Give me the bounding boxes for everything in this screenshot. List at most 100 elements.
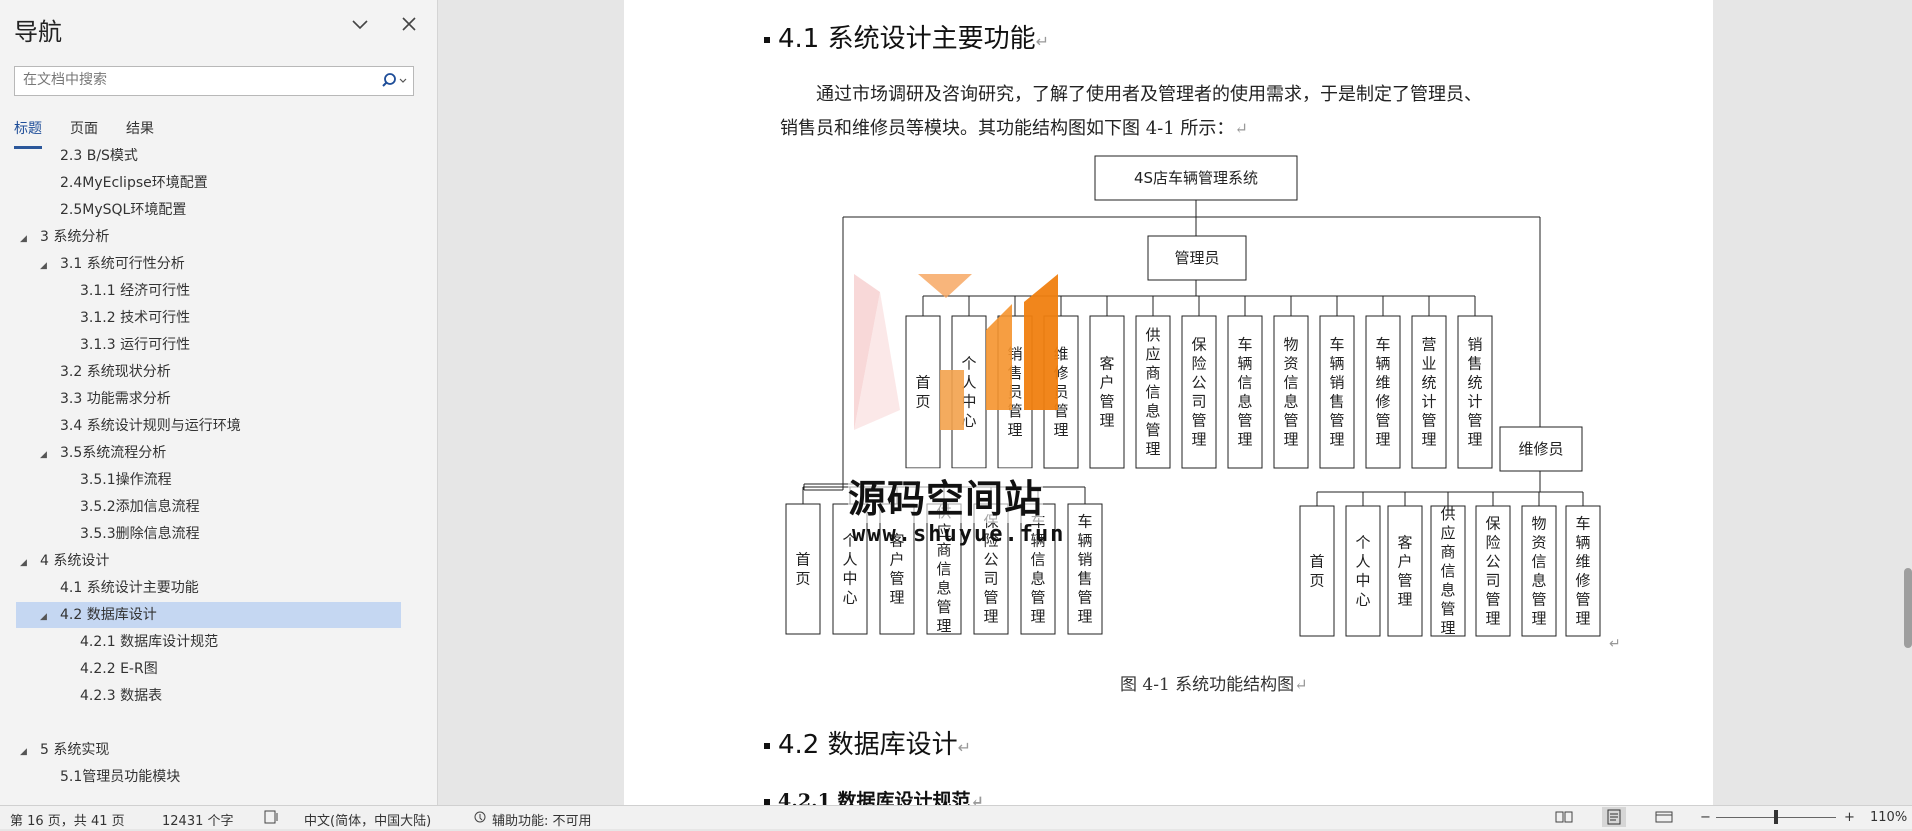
- repair-function-node: 供应商信息管理: [1430, 505, 1466, 637]
- outline-item[interactable]: 3.5.2添加信息流程: [16, 494, 401, 520]
- zoom-slider-thumb[interactable]: [1774, 810, 1778, 824]
- tab-pages[interactable]: 页面: [70, 118, 98, 149]
- language[interactable]: 中文(简体，中国大陆): [304, 810, 431, 829]
- expand-triangle-icon[interactable]: ◢: [20, 550, 34, 576]
- tab-results[interactable]: 结果: [126, 118, 154, 149]
- admin-function-node: 营业统计管理: [1411, 315, 1447, 469]
- diagram-node-label: 首页: [1309, 553, 1324, 590]
- outline-item[interactable]: 2.4MyEclipse环境配置: [16, 170, 401, 196]
- outline-item-label: 3.1.3 运行可行性: [80, 337, 191, 353]
- close-icon[interactable]: [400, 14, 418, 38]
- outline-item[interactable]: 3.2 系统现状分析: [16, 359, 401, 385]
- outline-item[interactable]: 4.1 系统设计主要功能: [16, 575, 401, 601]
- diagram-node-label: 车辆销售管理: [1077, 513, 1092, 626]
- diagram-node-label: 客户管理: [889, 532, 904, 607]
- outline-item[interactable]: ◢ 3.1 系统可行性分析: [16, 251, 401, 277]
- outline-item-label: 4.2.2 E-R图: [80, 661, 158, 677]
- search-icon[interactable]: [381, 70, 407, 92]
- print-layout-icon[interactable]: [1602, 807, 1626, 827]
- admin-function-node: 维修员管理: [1043, 315, 1079, 469]
- heading-4-2-1[interactable]: 4.2.1 数据库设计规范↵: [764, 786, 984, 805]
- outline-item[interactable]: 3.4 系统设计规则与运行环境: [16, 413, 401, 439]
- outline-item-label: 2.3 B/S模式: [60, 148, 138, 164]
- outline-item[interactable]: 3.1.1 经济可行性: [16, 278, 401, 304]
- zoom-in-button[interactable]: +: [1844, 810, 1855, 825]
- outline-item-label: 3.1.1 经济可行性: [80, 283, 191, 299]
- diagram-node-label: 保险公司管理: [1485, 515, 1500, 628]
- outline-item-label: 3 系统分析: [40, 229, 110, 245]
- word-count[interactable]: 12431 个字: [162, 810, 234, 829]
- repair-node: 维修员: [1499, 426, 1583, 472]
- tab-headings[interactable]: 标题: [14, 118, 42, 149]
- sales-function-node: 首页: [785, 503, 821, 635]
- outline-item[interactable]: 3.5.3删除信息流程: [16, 521, 401, 547]
- admin-function-node: 首页: [905, 315, 941, 469]
- zoom-out-button[interactable]: −: [1700, 810, 1711, 825]
- sales-function-node: 个人中心: [832, 503, 868, 635]
- accessibility-status[interactable]: 辅助功能: 不可用: [492, 810, 592, 829]
- diagram-node-label: 个人中心: [961, 355, 976, 430]
- expand-triangle-icon[interactable]: ◢: [40, 253, 54, 279]
- web-layout-icon[interactable]: [1654, 810, 1674, 828]
- outline-item-label: 4.2 数据库设计: [60, 607, 157, 623]
- diagram-node-label: 客户管理: [1397, 534, 1412, 609]
- page-count[interactable]: 第 16 页，共 41 页: [10, 810, 125, 829]
- admin-function-node: 销售统计管理: [1457, 315, 1493, 469]
- diagram-node-label: 供应商信息管理: [936, 503, 951, 635]
- outline-item[interactable]: ◢ 4.2 数据库设计: [16, 602, 401, 628]
- outline-item[interactable]: ◢ 3 系统分析: [16, 224, 401, 250]
- outline-item[interactable]: 4.2.2 E-R图: [16, 656, 401, 682]
- heading-4-2[interactable]: 4.2 数据库设计↵: [764, 724, 971, 761]
- outline-item[interactable]: 3.3 功能需求分析: [16, 386, 401, 412]
- outline-item[interactable]: ◢ 3.5系统流程分析: [16, 440, 401, 466]
- outline-item[interactable]: 2.3 B/S模式: [16, 148, 401, 169]
- diagram-node-label: 物资信息管理: [1531, 515, 1546, 628]
- outline-item[interactable]: 3.1.3 运行可行性: [16, 332, 401, 358]
- sales-function-node: 保险公司管理: [973, 503, 1009, 635]
- outline-tree: 2.3 B/S模式 2.4MyEclipse环境配置 2.5MySQL环境配置 ◢ 3 …: [0, 148, 437, 798]
- nav-title: 导航: [14, 18, 62, 46]
- outline-item[interactable]: ◢ 4 系统设计: [16, 548, 401, 574]
- expand-triangle-icon[interactable]: ◢: [20, 739, 34, 765]
- diagram-node-label: 车辆信息管理: [1030, 513, 1045, 626]
- outline-item[interactable]: 3.1.2 技术可行性: [16, 305, 401, 331]
- vertical-scrollbar[interactable]: [1898, 0, 1912, 805]
- sales-function-node: 供应商信息管理: [926, 503, 962, 635]
- repair-function-node: 保险公司管理: [1475, 505, 1511, 637]
- proofing-icon[interactable]: [264, 810, 280, 828]
- outline-item[interactable]: 2.5MySQL环境配置: [16, 197, 401, 223]
- scrollbar-thumb[interactable]: [1904, 568, 1912, 648]
- repair-function-node: 个人中心: [1345, 505, 1381, 637]
- diagram-node-label: 个人中心: [842, 532, 857, 607]
- nav-options-chevron-icon[interactable]: [350, 14, 370, 39]
- search-input[interactable]: [15, 67, 371, 93]
- outline-item[interactable]: [16, 710, 401, 736]
- outline-item[interactable]: ◢ 5 系统实现: [16, 737, 401, 763]
- diagram-node-label: 物资信息管理: [1283, 336, 1298, 449]
- outline-item[interactable]: 5.1管理员功能模块: [16, 764, 401, 790]
- sales-function-node: 客户管理: [879, 503, 915, 635]
- expand-triangle-icon[interactable]: ◢: [20, 226, 34, 252]
- outline-item-label: 3.3 功能需求分析: [60, 391, 171, 407]
- zoom-level[interactable]: 110%: [1870, 810, 1907, 825]
- outline-item-label: 3.1 系统可行性分析: [60, 256, 185, 272]
- repair-function-node: 首页: [1299, 505, 1335, 637]
- admin-function-node: 保险公司管理: [1181, 315, 1217, 469]
- outline-item-label: 4 系统设计: [40, 553, 110, 569]
- outline-item[interactable]: 4.2.1 数据库设计规范: [16, 629, 401, 655]
- expand-triangle-icon[interactable]: ◢: [40, 442, 54, 468]
- outline-item[interactable]: 4.2.3 数据表: [16, 683, 401, 709]
- accessibility-icon[interactable]: [472, 810, 488, 828]
- expand-triangle-icon[interactable]: ◢: [40, 604, 54, 630]
- search-field[interactable]: [14, 66, 414, 96]
- diagram-node-label: 销售员管理: [1007, 345, 1022, 439]
- outline-item-label: 3.2 系统现状分析: [60, 364, 171, 380]
- navigation-pane: 导航 标题 页面 结果 2.3 B/S模式 2.4MyEclipse环境配置 2.5…: [0, 0, 438, 805]
- admin-function-node: 物资信息管理: [1273, 315, 1309, 469]
- outline-item[interactable]: 3.5.1操作流程: [16, 467, 401, 493]
- diagram-node-label: 供应商信息管理: [1440, 505, 1455, 637]
- nav-tabs: 标题 页面 结果: [14, 118, 154, 149]
- read-mode-icon[interactable]: [1554, 810, 1574, 828]
- admin-node: 管理员: [1147, 235, 1247, 281]
- repair-function-node: 车辆维修管理: [1565, 505, 1601, 637]
